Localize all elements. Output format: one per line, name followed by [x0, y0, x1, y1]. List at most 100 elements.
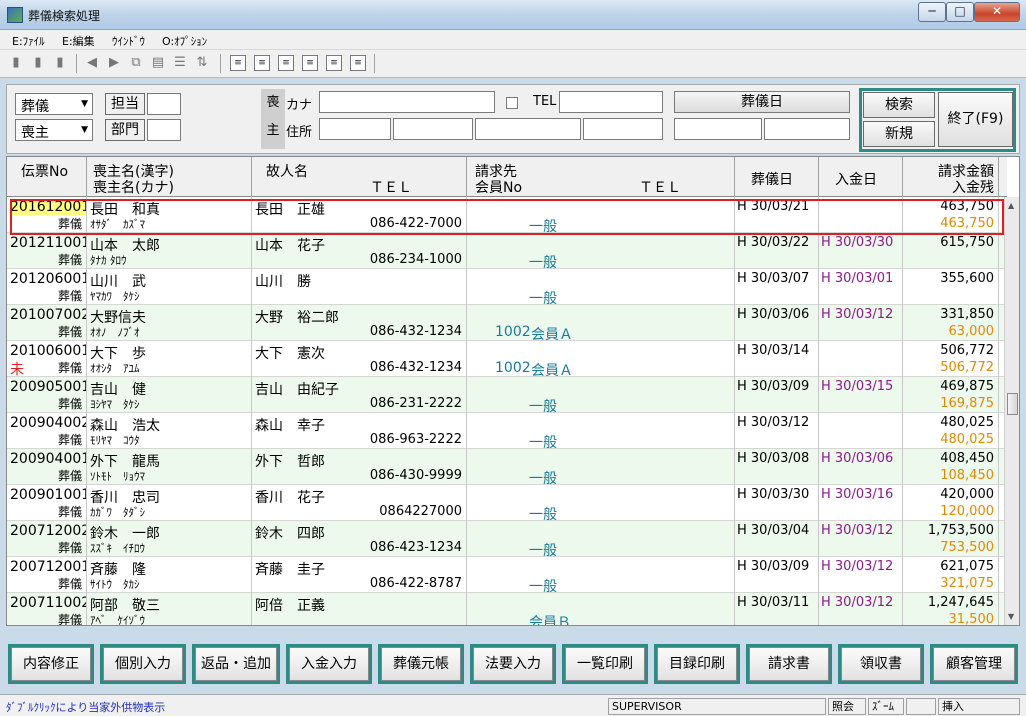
sort-icon[interactable]: ⇅: [194, 55, 210, 71]
customer-management-button[interactable]: 顧客管理: [930, 644, 1018, 684]
balance: 753,500: [940, 540, 994, 555]
catalog-print-button[interactable]: 目録印刷: [654, 644, 740, 684]
back-icon[interactable]: ◀: [84, 55, 100, 71]
table-row[interactable]: 201007002 葬儀 大野信夫 ｵｵﾉ ﾉﾌﾞｵ 大野 裕二郎 086-432-123…: [7, 305, 1007, 341]
status-zoom: ｽﾞｰﾑ: [868, 698, 904, 715]
scroll-down-icon[interactable]: ▼: [1008, 612, 1014, 621]
funeral-type: 葬儀: [57, 613, 82, 626]
paste-icon[interactable]: ▤: [150, 55, 166, 71]
table-row[interactable]: 200712002 葬儀 鈴木 一郎 ｽｽﾞｷ ｲﾁﾛｳ 鈴木 四郎 086-423-12…: [7, 521, 1007, 557]
doc-check-icon[interactable]: ≡: [350, 55, 366, 71]
address-input-1[interactable]: [319, 118, 391, 140]
bumon-input[interactable]: [147, 119, 181, 141]
menu-file[interactable]: E:ﾌｧｲﾙ: [12, 33, 45, 49]
address-input-2[interactable]: [393, 118, 473, 140]
close-button[interactable]: ✕: [974, 2, 1020, 22]
funeral-date-label[interactable]: 葬儀日: [674, 91, 850, 113]
table-row[interactable]: 200904001 葬儀 外下 龍馬 ｿﾄﾓﾄ ﾘｮｳﾏ 外下 哲郎 086-430-99…: [7, 449, 1007, 485]
col-billto[interactable]: 請求先 会員No ＴＥＬ: [467, 157, 735, 197]
menu-edit[interactable]: E:編集: [62, 33, 95, 49]
table-row[interactable]: 201206001 葬儀 山川 武ﾔﾏｶﾜ ﾀｹｼ 山川 勝一般 H 30/03/07 H…: [7, 269, 1007, 305]
doc-sort-icon[interactable]: ≡: [254, 55, 270, 71]
address-input-4[interactable]: [583, 118, 663, 140]
menu-options[interactable]: O:ｵﾌﾟｼｮﾝ: [162, 33, 207, 49]
funeral-ledger-button[interactable]: 葬儀元帳: [378, 644, 464, 684]
tel-label: TEL: [533, 94, 557, 109]
receipt-button[interactable]: 領収書: [838, 644, 924, 684]
prev-record-icon[interactable]: ▮: [30, 55, 46, 71]
doc-icon[interactable]: ≡: [230, 55, 246, 71]
table-row[interactable]: 201612001 葬儀 長田 和真 ｵｻﾀﾞ ｶｽﾞﾏ 長田 正雄 086-422-70…: [7, 197, 1007, 233]
tel-input[interactable]: [559, 91, 663, 113]
customer-management-label: 顧客管理: [933, 647, 1015, 681]
table-row[interactable]: 200905001 葬儀 吉山 健ﾖｼﾔﾏ ﾀｹｼ 吉山 由紀子 086-231-222…: [7, 377, 1007, 413]
col-deceased[interactable]: 故人名 ＴＥＬ: [252, 157, 467, 197]
search-button[interactable]: 検索: [863, 92, 935, 118]
col-funeral-date[interactable]: 葬儀日: [735, 157, 819, 197]
table-row[interactable]: 201211001 葬儀 山本 太郎 ﾀﾅｶ ﾀﾛｳ 山本 花子 086-234-1000…: [7, 233, 1007, 269]
cell-billto: 一般: [467, 269, 735, 305]
deceased-name: 阿倍 正義: [255, 598, 325, 614]
menu-window[interactable]: ｳｲﾝﾄﾞｳ: [112, 33, 145, 49]
vertical-scrollbar[interactable]: ▲ ▼: [1004, 197, 1019, 625]
funeral-date-to[interactable]: [764, 118, 850, 140]
table-row[interactable]: 200712001 葬儀 斉藤 隆ｻｲﾄｳ ﾀｶｼ 斉藤 圭子 086-422-8787…: [7, 557, 1007, 593]
table-row[interactable]: 200711002 葬儀 阿部 敬三 ｱﾍﾞ ｹｲｿﾞｳ 阿倍 正義 会員Ｂ H 30/03…: [7, 593, 1007, 626]
cell-amount: 615,750: [903, 233, 999, 269]
table-row[interactable]: 200904002 葬儀 森山 浩太 ﾓﾘﾔﾏ ｺｳﾀ 森山 幸子 086-963-222…: [7, 413, 1007, 449]
save-icon[interactable]: ▮: [52, 55, 68, 71]
edit-content-button[interactable]: 内容修正: [8, 644, 94, 684]
invoice-button[interactable]: 請求書: [746, 644, 832, 684]
scroll-up-icon[interactable]: ▲: [1008, 201, 1014, 210]
memorial-input-button[interactable]: 法要入力: [470, 644, 556, 684]
first-record-icon[interactable]: ▮: [8, 55, 24, 71]
toolbar-separator: [374, 54, 375, 73]
slip-no: 200711002: [10, 595, 87, 611]
copy-icon[interactable]: ⧉: [128, 55, 144, 71]
maximize-button[interactable]: □: [946, 2, 974, 22]
kana-checkbox[interactable]: [506, 97, 518, 109]
exit-button[interactable]: 終了(F9): [938, 92, 1013, 147]
cell-billto: 一般: [467, 377, 735, 413]
cell-billto: 1002 会員Ａ: [467, 341, 735, 377]
new-button[interactable]: 新規: [863, 121, 935, 147]
kana-input[interactable]: [319, 91, 495, 113]
doc-mark-icon[interactable]: ≡: [326, 55, 342, 71]
table-row[interactable]: 201006001 未 葬儀 大下 歩ｵｵｼﾀ ｱﾕﾑ 大下 憲次 086-432-123…: [7, 341, 1007, 377]
bumon-label[interactable]: 部門: [105, 119, 145, 141]
deceased-tel: 086-963-2222: [369, 432, 462, 447]
table-row[interactable]: 200901001 葬儀 香川 忠司 ｶｶﾞﾜ ﾀﾀﾞｼ 香川 花子 0864227000…: [7, 485, 1007, 521]
col-payment-date[interactable]: 入金日: [819, 157, 903, 197]
address-input-3[interactable]: [475, 118, 581, 140]
cell-amount: 408,450 108,450: [903, 449, 999, 485]
balance: 31,500: [948, 612, 995, 626]
type-select[interactable]: 葬儀 ▼: [15, 93, 93, 115]
return-add-button[interactable]: 返品・追加: [192, 644, 280, 684]
funeral-type: 葬儀: [57, 505, 82, 519]
col-slip-no[interactable]: 伝票No: [7, 157, 87, 197]
tanto-input[interactable]: [147, 93, 181, 115]
payment-date: H 30/03/01: [821, 271, 894, 286]
tanto-label[interactable]: 担当: [105, 93, 145, 115]
payment-date: H 30/03/30: [821, 235, 894, 250]
col-amount[interactable]: 請求金額 入金残: [903, 157, 999, 197]
forward-icon[interactable]: ▶: [106, 55, 122, 71]
individual-input-button[interactable]: 個別入力: [100, 644, 186, 684]
payment-input-button[interactable]: 入金入力: [286, 644, 372, 684]
cell-payment-date: H 30/03/15: [819, 377, 903, 413]
doc-right-icon[interactable]: ≡: [302, 55, 318, 71]
scroll-thumb[interactable]: [1007, 393, 1018, 415]
amount: 506,772: [940, 343, 994, 358]
funeral-date-from[interactable]: [674, 118, 762, 140]
role-select[interactable]: 喪主 ▼: [15, 119, 93, 141]
balance: 463,750: [940, 216, 994, 231]
funeral-type: 葬儀: [57, 577, 82, 591]
col-mourner[interactable]: 喪主名(漢字) 喪主名(カナ): [87, 157, 252, 197]
list-print-button[interactable]: 一覧印刷: [562, 644, 648, 684]
minimize-button[interactable]: ─: [918, 2, 946, 22]
mourner-kana: ｵｵｼﾀ ｱﾕﾑ: [90, 362, 140, 375]
list-icon[interactable]: ☰: [172, 55, 188, 71]
doc-left-icon[interactable]: ≡: [278, 55, 294, 71]
cell-deceased: 外下 哲郎 086-430-9999: [252, 449, 467, 485]
title-bar: 葬儀検索処理 ─ □ ✕: [0, 0, 1026, 30]
